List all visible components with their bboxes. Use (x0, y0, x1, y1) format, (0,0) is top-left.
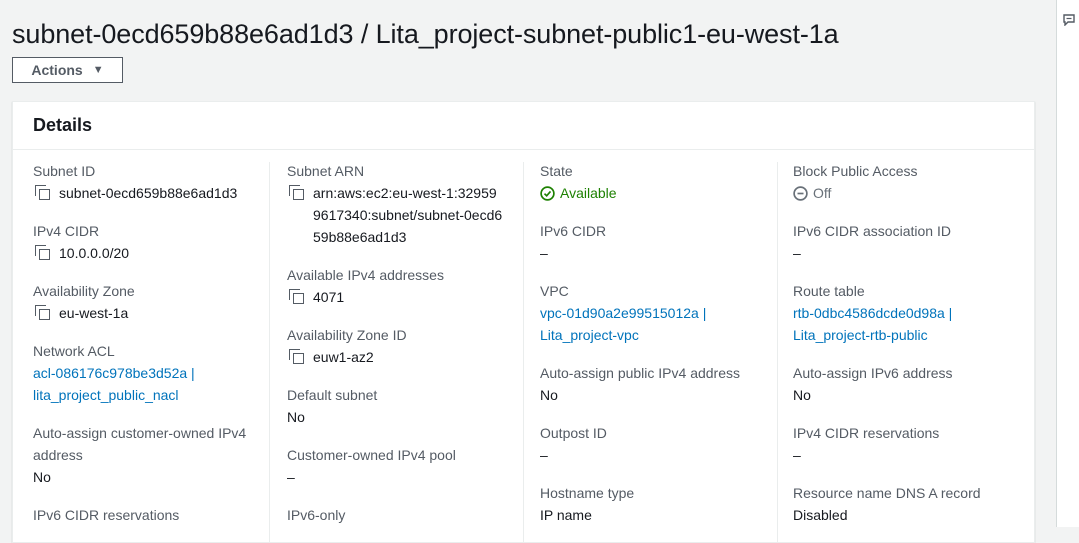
field-label: Auto-assign customer-owned IPv4 address (33, 425, 247, 463)
field-label: State (540, 163, 573, 179)
field-ipv6-cidr: IPv6 CIDR – (540, 220, 776, 264)
state-value: Available (560, 185, 617, 201)
details-column-1: Subnet ID subnet-0ecd659b88e6ad1d3 IPv4 … (33, 160, 269, 542)
field-label: Auto-assign public IPv4 address (540, 365, 740, 381)
field-subnet-arn: Subnet ARN arn:aws:ec2:eu-west-1:3295996… (287, 160, 523, 248)
field-label: Outpost ID (540, 425, 607, 441)
field-label: IPv6 CIDR (540, 223, 607, 239)
availability-zone-id-value: euw1-az2 (313, 349, 374, 365)
field-state: State Available (540, 160, 776, 204)
field-ipv4-cidr-reservations: IPv4 CIDR reservations – (793, 422, 1029, 466)
field-auto-assign-public-ipv4: Auto-assign public IPv4 address No (540, 362, 776, 406)
copy-icon[interactable] (35, 245, 51, 261)
field-ipv6-cidr-association: IPv6 CIDR association ID – (793, 220, 1029, 264)
auto-assign-ipv6-value: No (793, 387, 811, 403)
field-hostname-type: Hostname type IP name (540, 482, 776, 526)
field-vpc: VPC vpc-01d90a2e99515012a | Lita_project… (540, 280, 776, 346)
field-ipv6-only: IPv6-only (287, 504, 523, 526)
breadcrumb (12, 0, 155, 2)
field-label: Auto-assign IPv6 address (793, 365, 953, 381)
field-label: Default subnet (287, 387, 378, 403)
copy-icon[interactable] (35, 185, 51, 201)
default-subnet-value: No (287, 409, 305, 425)
auto-assign-coip-value: No (33, 469, 51, 485)
ipv6-cidr-value: – (540, 245, 548, 261)
copy-icon[interactable] (289, 349, 305, 365)
details-column-3: State Available IPv6 CIDR – VPC vpc-01d9… (540, 160, 776, 542)
field-outpost-id: Outpost ID – (540, 422, 776, 466)
field-label: Route table (793, 283, 865, 299)
network-acl-link[interactable]: acl-086176c978be3d52a | lita_project_pub… (33, 362, 213, 406)
field-coip-pool: Customer-owned IPv4 pool – (287, 444, 523, 488)
field-label: Network ACL (33, 343, 115, 359)
caret-down-icon: ▼ (92, 64, 104, 76)
field-available-ipv4: Available IPv4 addresses 4071 (287, 264, 523, 308)
field-label: Available IPv4 addresses (287, 267, 444, 283)
field-subnet-id: Subnet ID subnet-0ecd659b88e6ad1d3 (33, 160, 269, 204)
field-label: Customer-owned IPv4 pool (287, 447, 456, 463)
field-label: Availability Zone ID (287, 327, 407, 343)
field-ipv4-cidr: IPv4 CIDR 10.0.0.0/20 (33, 220, 269, 264)
field-label: Resource name DNS A record (793, 485, 981, 501)
field-availability-zone: Availability Zone eu-west-1a (33, 280, 269, 324)
ipv4-cidr-value: 10.0.0.0/20 (59, 245, 130, 261)
vpc-link[interactable]: vpc-01d90a2e99515012a | Lita_project-vpc (540, 302, 725, 346)
route-table-link[interactable]: rtb-0dbc4586dcde0d98a | Lita_project-rtb… (793, 302, 968, 346)
field-label: Block Public Access (793, 163, 918, 179)
actions-button-label: Actions (31, 62, 83, 78)
field-block-public-access: Block Public Access Off (793, 160, 1029, 204)
ipv6-cidr-association-value: – (793, 245, 801, 261)
field-auto-assign-ipv6: Auto-assign IPv6 address No (793, 362, 1029, 406)
column-divider (777, 162, 778, 542)
actions-button[interactable]: Actions ▼ (12, 57, 123, 83)
field-label: Subnet ARN (287, 163, 365, 179)
field-label: IPv6-only (287, 507, 346, 523)
column-divider (269, 162, 270, 542)
subnet-arn-value: arn:aws:ec2:eu-west-1:329599617340:subne… (313, 185, 503, 245)
dns-a-record-value: Disabled (793, 507, 848, 523)
subnet-id-value: subnet-0ecd659b88e6ad1d3 (59, 185, 238, 201)
field-label: IPv4 CIDR reservations (793, 425, 940, 441)
check-circle-icon (540, 185, 555, 201)
feedback-icon[interactable] (1063, 14, 1075, 26)
field-dns-a-record: Resource name DNS A record Disabled (793, 482, 1029, 526)
field-network-acl: Network ACL acl-086176c978be3d52a | lita… (33, 340, 269, 406)
details-panel: Details Subnet ID subnet-0ecd659b88e6ad1… (12, 101, 1035, 543)
hostname-type-value: IP name (540, 507, 592, 523)
field-default-subnet: Default subnet No (287, 384, 523, 428)
field-route-table: Route table rtb-0dbc4586dcde0d98a | Lita… (793, 280, 1029, 346)
field-label: IPv6 CIDR reservations (33, 507, 180, 523)
details-column-2: Subnet ARN arn:aws:ec2:eu-west-1:3295996… (287, 160, 523, 542)
available-ipv4-value: 4071 (313, 289, 345, 305)
ipv4-cidr-reservations-value: – (793, 447, 801, 463)
details-heading: Details (13, 102, 1034, 150)
auto-assign-public-ipv4-value: No (540, 387, 558, 403)
field-label: Subnet ID (33, 163, 96, 179)
outpost-id-value: – (540, 447, 548, 463)
coip-pool-value: – (287, 469, 295, 485)
copy-icon[interactable] (289, 289, 305, 305)
page-title: subnet-0ecd659b88e6ad1d3 / Lita_project-… (12, 19, 839, 49)
column-divider (523, 162, 524, 542)
field-label: Hostname type (540, 485, 635, 501)
field-ipv6-cidr-reservations: IPv6 CIDR reservations (33, 504, 269, 526)
field-label: IPv4 CIDR (33, 223, 100, 239)
field-availability-zone-id: Availability Zone ID euw1-az2 (287, 324, 523, 368)
details-column-4: Block Public Access Off IPv6 CIDR associ… (793, 160, 1029, 542)
copy-icon[interactable] (35, 305, 51, 321)
field-label: VPC (540, 283, 569, 299)
field-label: IPv6 CIDR association ID (793, 223, 951, 239)
block-public-access-value: Off (813, 185, 832, 201)
field-label: Availability Zone (33, 283, 135, 299)
availability-zone-value: eu-west-1a (59, 305, 129, 321)
copy-icon[interactable] (289, 185, 305, 201)
right-side-panel-rail (1056, 0, 1079, 527)
field-auto-assign-coip: Auto-assign customer-owned IPv4 address … (33, 422, 269, 488)
minus-circle-icon (793, 185, 808, 201)
